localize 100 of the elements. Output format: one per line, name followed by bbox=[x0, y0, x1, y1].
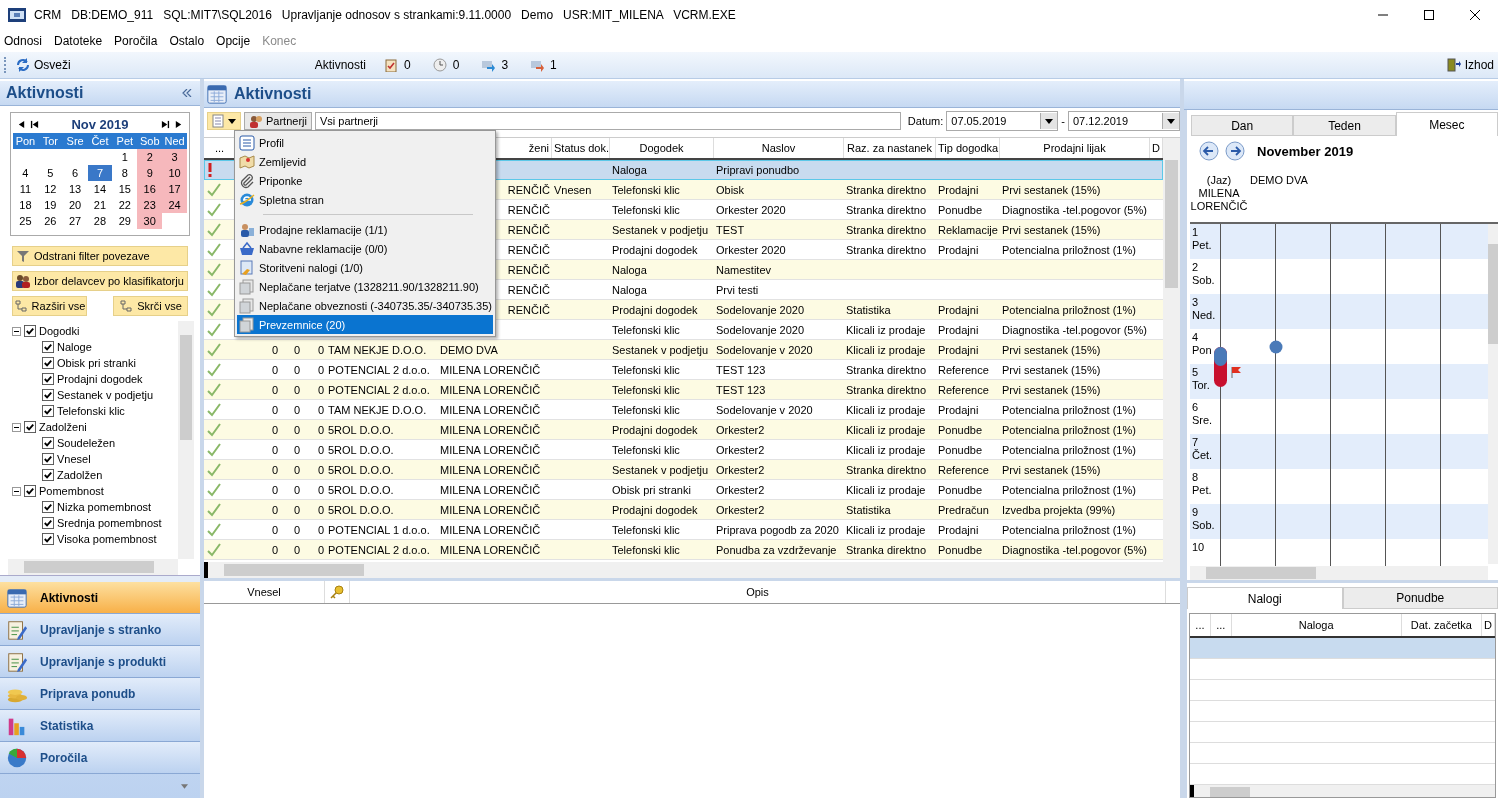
date-from-field[interactable]: 07.05.2019 bbox=[946, 111, 1059, 131]
expander-icon[interactable] bbox=[12, 326, 21, 336]
checkbox[interactable] bbox=[42, 469, 54, 481]
calendar-day[interactable]: 22 bbox=[112, 197, 138, 213]
caret-icon[interactable] bbox=[1167, 118, 1175, 124]
nav-item[interactable]: Statistika bbox=[0, 710, 200, 742]
calendar-day[interactable]: 5 bbox=[37, 165, 63, 181]
menu-item[interactable]: Neplačane terjatve (1328211.90/1328211.90) bbox=[237, 277, 493, 296]
event-bar[interactable] bbox=[1214, 347, 1227, 387]
counter-button[interactable]: 3 bbox=[477, 56, 513, 74]
menu-item[interactable]: Prodajne reklamacije (1/1) bbox=[237, 220, 493, 239]
calendar-day[interactable]: 15 bbox=[112, 181, 138, 197]
more-icon[interactable] bbox=[181, 783, 188, 789]
checkbox[interactable] bbox=[24, 485, 36, 497]
calendar-day[interactable]: 6 bbox=[62, 165, 88, 181]
calendar-day[interactable]: 21 bbox=[87, 197, 113, 213]
tree-item[interactable]: Soudeležen bbox=[57, 437, 116, 449]
nav-item[interactable]: Upravljanje s stranko bbox=[0, 614, 200, 646]
remove-filter-button[interactable]: Odstrani filter povezave bbox=[12, 246, 188, 266]
tree-item[interactable]: Srednja pomembnost bbox=[57, 517, 162, 529]
column-header[interactable]: ... bbox=[1210, 614, 1232, 636]
scrollbar[interactable] bbox=[178, 321, 194, 559]
tree-item[interactable]: Visoka pomembnost bbox=[57, 533, 157, 545]
nav-item[interactable]: Upravljanje s produkti bbox=[0, 646, 200, 678]
menu-item[interactable]: Nabavne reklamacije (0/0) bbox=[237, 239, 493, 258]
event-dot[interactable] bbox=[1269, 340, 1283, 354]
column-header[interactable]: Tip dogodka bbox=[936, 138, 1000, 158]
last-icon[interactable] bbox=[161, 119, 170, 129]
column-header[interactable]: D bbox=[1482, 614, 1495, 636]
tree-item[interactable]: Sestanek v podjetju bbox=[57, 389, 153, 401]
checkbox[interactable] bbox=[42, 501, 54, 513]
table-row[interactable]: 0 0 0 5ROL D.O.O. MILENA LORENČIČ Sestanek v podjetju Orkester2 Stranka direktno Reference Prvi sestanek (15%) bbox=[204, 460, 1163, 480]
menu-dropdown-button[interactable] bbox=[207, 112, 241, 130]
table-row[interactable]: 0 0 0 5ROL D.O.O. MILENA LORENČIČ Prodajni dogodek Orkester2 Klicali iz prodaje Ponudbe Potencialna priložnost (1%) bbox=[204, 420, 1163, 440]
column-header[interactable]: Status dok. bbox=[552, 138, 610, 158]
calendar-day[interactable]: 10 bbox=[162, 165, 187, 181]
calendar-day[interactable]: 18 bbox=[13, 197, 38, 213]
calendar-day[interactable]: 26 bbox=[37, 213, 63, 229]
checkbox[interactable] bbox=[42, 357, 54, 369]
date-to-field[interactable]: 07.12.2019 bbox=[1068, 111, 1180, 131]
calendar-day[interactable]: 28 bbox=[87, 213, 113, 229]
checkbox[interactable] bbox=[24, 421, 36, 433]
menu-item[interactable]: Ostalo bbox=[169, 34, 205, 48]
scrollbar[interactable] bbox=[204, 562, 1163, 578]
calendar-day[interactable]: 14 bbox=[87, 181, 113, 197]
calendar-day[interactable]: 30 bbox=[137, 213, 163, 229]
checkbox[interactable] bbox=[42, 437, 54, 449]
tree-item[interactable]: Dogodki bbox=[39, 325, 80, 337]
first-icon[interactable] bbox=[30, 119, 39, 129]
collapse-all-button[interactable]: Skrči vse bbox=[113, 296, 188, 316]
table-row[interactable]: 0 0 0 POTENCIAL 2 d.o.o. MILENA LORENČIČ Telefonski klic TEST 123 Stranka direktno Reference Prvi sestanek (15%) bbox=[204, 380, 1163, 400]
scrollbar[interactable] bbox=[1190, 785, 1495, 797]
next-icon[interactable] bbox=[174, 119, 183, 129]
calendar-day[interactable]: 17 bbox=[162, 181, 187, 197]
tab[interactable]: Ponudbe bbox=[1342, 587, 1498, 609]
splitter-handle[interactable] bbox=[0, 575, 200, 582]
refresh-button[interactable]: Osveži bbox=[12, 56, 75, 74]
calendar-day[interactable]: 29 bbox=[112, 213, 138, 229]
checkbox[interactable] bbox=[42, 373, 54, 385]
calendar-day[interactable]: 13 bbox=[62, 181, 88, 197]
calendar-day[interactable]: 1 bbox=[112, 149, 138, 165]
menu-item[interactable]: Odnosi bbox=[4, 34, 43, 48]
tree-item[interactable]: Zadolženi bbox=[39, 421, 87, 433]
scrollbar[interactable] bbox=[1163, 138, 1180, 578]
tree-item[interactable]: Prodajni dogodek bbox=[57, 373, 143, 385]
column-header[interactable]: ... bbox=[1190, 614, 1211, 636]
table-row[interactable]: 0 0 0 POTENCIAL 2 d.o.o. MILENA LORENČIČ Telefonski klic Ponudba za vzdrževanje Stranka direktno Ponudbe Diagnostika -tel.pogovor (5%) bbox=[204, 540, 1163, 560]
nav-item[interactable]: Aktivnosti bbox=[0, 582, 200, 614]
calendar-day[interactable]: 20 bbox=[62, 197, 88, 213]
tree-item[interactable]: Nizka pomembnost bbox=[57, 501, 152, 513]
menu-item[interactable]: Profil bbox=[237, 133, 493, 152]
calendar-day[interactable]: 19 bbox=[37, 197, 63, 213]
nav-item[interactable]: Priprava ponudb bbox=[0, 678, 200, 710]
scrollbar[interactable] bbox=[1190, 566, 1488, 580]
menu-item[interactable]: Storitveni nalogi (1/0) bbox=[237, 258, 493, 277]
counter-button[interactable]: 0 bbox=[380, 56, 415, 74]
column-header[interactable]: Dat. začetka bbox=[1401, 614, 1483, 636]
table-row[interactable]: 0 0 0 TAM NEKJE D.O.O. DEMO DVA Sestanek v podjetju Sodelovanje v 2020 Klicali iz prodaje Prodajni Prvi sestanek (15%) bbox=[204, 340, 1163, 360]
partners-button[interactable]: Partnerji bbox=[244, 112, 312, 130]
calendar-day[interactable]: 3 bbox=[162, 149, 187, 165]
checkbox[interactable] bbox=[42, 405, 54, 417]
checkbox[interactable] bbox=[42, 533, 54, 545]
tab[interactable]: Mesec bbox=[1395, 112, 1498, 136]
calendar-day[interactable]: 27 bbox=[62, 213, 88, 229]
checkbox[interactable] bbox=[42, 517, 54, 529]
calendar-day[interactable]: 11 bbox=[13, 181, 38, 197]
scrollbar[interactable] bbox=[1488, 224, 1498, 564]
tab[interactable]: Dan bbox=[1191, 115, 1294, 136]
counter-button[interactable]: 1 bbox=[526, 56, 561, 74]
checkbox[interactable] bbox=[42, 341, 54, 353]
expander-icon[interactable] bbox=[12, 422, 21, 432]
column-header[interactable]: Dogodek bbox=[610, 138, 714, 158]
calendar-day[interactable]: 23 bbox=[137, 197, 163, 213]
calendar-day[interactable]: 7 bbox=[87, 165, 113, 181]
column-header[interactable]: Vnesel bbox=[204, 581, 325, 603]
calendar-day[interactable]: 24 bbox=[162, 197, 187, 213]
counter-button[interactable]: 0 bbox=[428, 56, 464, 74]
column-header[interactable]: Naloga bbox=[1231, 614, 1402, 636]
tree-item[interactable]: Obisk pri stranki bbox=[57, 357, 136, 369]
tree-item[interactable]: Telefonski klic bbox=[57, 405, 125, 417]
